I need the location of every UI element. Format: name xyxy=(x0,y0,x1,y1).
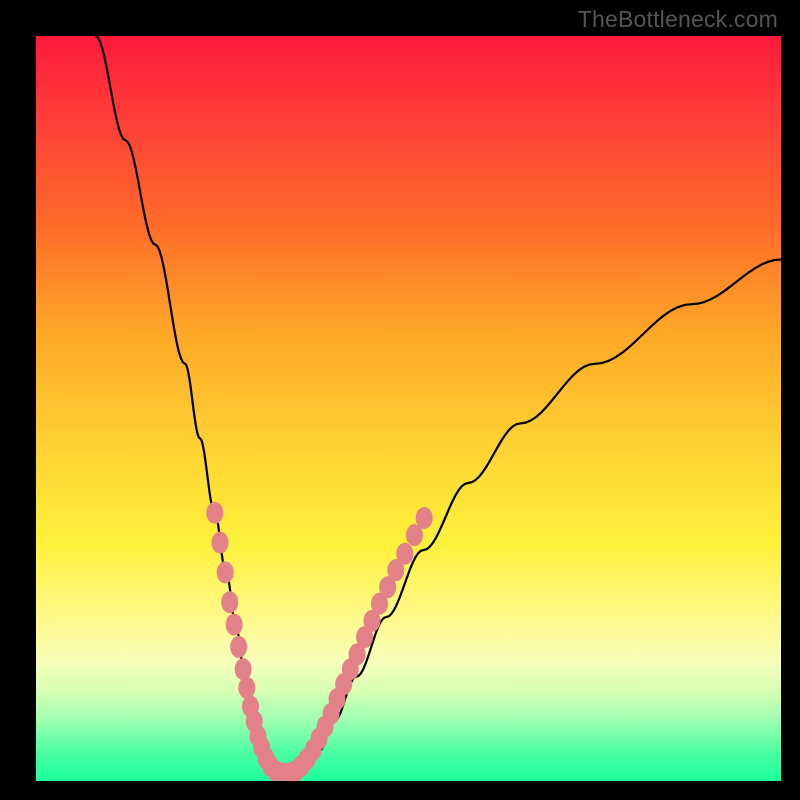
bottleneck-curve xyxy=(96,36,781,774)
bead xyxy=(212,532,229,554)
bead xyxy=(226,614,243,636)
bead xyxy=(206,502,223,524)
bead xyxy=(230,636,247,658)
plot-area xyxy=(36,36,781,781)
bead xyxy=(235,658,252,680)
bead xyxy=(221,591,238,613)
bead xyxy=(238,677,255,699)
bead-group xyxy=(206,502,432,781)
bead xyxy=(217,561,234,583)
bead xyxy=(416,507,433,529)
chart-frame: TheBottleneck.com xyxy=(0,0,800,800)
bottleneck-curve-svg xyxy=(36,36,781,781)
bead xyxy=(396,543,413,565)
watermark-text: TheBottleneck.com xyxy=(578,6,778,33)
